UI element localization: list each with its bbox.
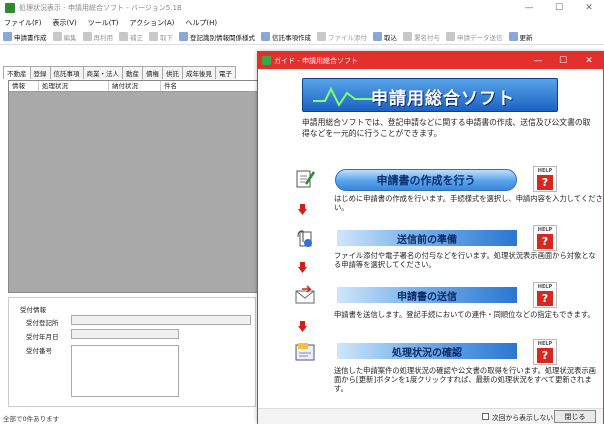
column-payment[interactable]: 納付状況 — [109, 81, 161, 91]
envelope-icon — [295, 285, 315, 304]
send-step-description: 申請書を送信します。登記手続においての連件・同順位などの指定もできます。 — [334, 310, 595, 319]
guide-close-button[interactable]: ✕ — [576, 52, 602, 69]
correct-button[interactable]: 補正 — [119, 32, 143, 42]
create-step-description: はじめに申請書の作成を行います。手続様式を選択し、申請内容を入力してください。 — [334, 194, 603, 212]
tab-trust[interactable]: 信託事項 — [49, 66, 84, 79]
sign-button[interactable]: 署名付与 — [403, 32, 440, 42]
send-application-step-button[interactable]: 申請書の送信 — [337, 287, 517, 303]
status-bar-text: 全部で0件あります — [3, 415, 60, 423]
tab-movables[interactable]: 動産 — [122, 66, 143, 79]
column-info[interactable]: 情報 — [9, 81, 39, 91]
import-icon — [373, 32, 382, 41]
help-button-status[interactable]: HELP? — [533, 339, 557, 365]
trust-create-button[interactable]: 信託事項作成 — [261, 32, 311, 42]
pre-send-step-button[interactable]: 送信前の準備 — [337, 230, 517, 246]
registry-office-field — [71, 315, 251, 325]
label-reception-date: 受付年月日 — [26, 333, 59, 341]
close-button[interactable]: 閉じる — [554, 410, 596, 423]
help-button-send[interactable]: HELP? — [533, 282, 557, 308]
registration-form-button[interactable]: 登記識別情報関係様式 — [179, 32, 255, 42]
menu-action[interactable]: アクション(A) — [130, 18, 175, 28]
main-title-bar: 処理状況表示 - 申請用総合ソフト - バージョン5.1B — [0, 0, 604, 16]
copy-icon — [82, 32, 92, 41]
column-status[interactable]: 処理状況 — [39, 81, 109, 91]
wave-icon — [313, 86, 373, 107]
minimize-button[interactable]: — — [518, 0, 540, 16]
tab-deposit[interactable]: 供託 — [162, 66, 183, 79]
guide-minimize-button[interactable]: — — [525, 52, 551, 69]
help-question-icon: ? — [537, 348, 553, 363]
import-button[interactable]: 取込 — [373, 32, 397, 42]
label-registry-office: 受付登記所 — [26, 319, 59, 327]
correct-icon — [119, 32, 128, 41]
create-application-step-button[interactable]: 申請書の作成を行う — [335, 169, 517, 191]
withdraw-button[interactable]: 取下 — [149, 32, 173, 42]
check-status-step-button[interactable]: 処理状況の確認 — [337, 343, 517, 359]
label-reception-number: 受付番号 — [26, 347, 52, 355]
close-window-button[interactable]: ✕ — [578, 0, 600, 16]
tab-guardianship[interactable]: 成年後見 — [182, 66, 216, 79]
reuse-button[interactable]: 再利用 — [82, 32, 113, 42]
reception-info-title: 受付情報 — [20, 306, 46, 314]
tab-registration[interactable]: 登録 — [29, 66, 51, 79]
arrow-down-icon — [298, 204, 307, 215]
guide-app-icon — [262, 56, 271, 65]
app-icon — [5, 3, 15, 13]
arrow-down-icon — [298, 321, 307, 332]
send-data-button[interactable]: 申請データ送信 — [446, 32, 503, 42]
main-window-title: 処理状況表示 - 申請用総合ソフト - バージョン5.1B — [19, 4, 182, 12]
form-icon — [179, 32, 188, 41]
guide-banner: 申請用総合ソフト — [302, 78, 558, 112]
attach-file-button[interactable]: ファイル添付 — [317, 32, 367, 42]
attach-sign-icon — [297, 230, 312, 247]
menu-help[interactable]: ヘルプ(H) — [185, 18, 217, 28]
column-subject[interactable]: 件名 — [161, 81, 263, 91]
edit-icon — [52, 32, 62, 41]
create-application-button[interactable]: 申請書作成 — [3, 32, 47, 42]
do-not-show-checkbox[interactable] — [482, 413, 489, 420]
status-grid[interactable]: 情報 処理状況 納付状況 件名 — [8, 80, 264, 293]
send-icon — [446, 32, 455, 41]
status-step-description: 送信した申請案件の処理状況の確認や公文書の取得を行います。処理状況表示画面から[… — [334, 366, 596, 393]
refresh-button[interactable]: 更新 — [508, 32, 533, 42]
help-question-icon: ? — [537, 291, 553, 306]
reception-info-panel: 受付情報 受付登記所 受付年月日 受付番号 — [8, 297, 256, 407]
refresh-icon — [508, 32, 518, 41]
do-not-show-label: 次回から表示しない — [492, 414, 554, 422]
help-question-icon: ? — [537, 234, 553, 249]
status-ok-icon — [295, 343, 315, 361]
menu-view[interactable]: 表示(V) — [53, 18, 77, 28]
help-question-icon: ? — [537, 175, 553, 190]
withdraw-icon — [149, 32, 158, 41]
guide-maximize-button[interactable]: ☐ — [550, 52, 576, 69]
trust-icon — [261, 32, 270, 41]
menu-file[interactable]: ファイル(F) — [4, 18, 42, 28]
category-tabs: 不動産 登録 信託事項 商業・法人 動産 債権 供託 成年後見 電子 — [3, 66, 236, 79]
prepare-step-description: ファイル添付や電子署名の付与などを行います。処理状況表示画面から対象となる申請等… — [334, 251, 596, 269]
attach-icon — [317, 32, 326, 41]
guide-title: ガイド - 申請用総合ソフト — [274, 56, 358, 65]
guide-intro: 申請用総合ソフトでは、登記申請などに関する申請書の作成、送信及び公文書の取得など… — [302, 118, 591, 138]
reception-number-field — [71, 345, 179, 397]
sign-icon — [403, 32, 412, 41]
guide-dialog: ガイド - 申請用総合ソフト — ☐ ✕ 申請用総合ソフト 申請用総合ソフトでは… — [257, 51, 604, 424]
tab-electronic[interactable]: 電子 — [215, 66, 236, 79]
pencil-document-icon — [296, 170, 316, 188]
banner-title: 申請用総合ソフト — [371, 89, 515, 109]
arrow-down-icon — [298, 262, 307, 273]
menu-bar: ファイル(F) 表示(V) ツール(T) アクション(A) ヘルプ(H) — [0, 16, 604, 29]
tab-claims[interactable]: 債権 — [142, 66, 163, 79]
grid-header: 情報 処理状況 納付状況 件名 — [9, 81, 263, 92]
tab-commercial[interactable]: 商業・法人 — [82, 66, 123, 79]
maximize-button[interactable]: ☐ — [548, 0, 570, 16]
reception-date-field — [71, 329, 179, 339]
help-button-prepare[interactable]: HELP? — [533, 225, 557, 251]
tab-real-estate[interactable]: 不動産 — [3, 66, 31, 79]
edit-button[interactable]: 編集 — [52, 32, 77, 42]
menu-tools[interactable]: ツール(T) — [88, 18, 119, 28]
document-icon — [3, 32, 12, 41]
toolbar: 申請書作成 編集 再利用 補正 取下 登記識別情報関係様式 信託事項作成 ファイ… — [0, 29, 604, 45]
help-button-create[interactable]: HELP? — [533, 166, 557, 192]
